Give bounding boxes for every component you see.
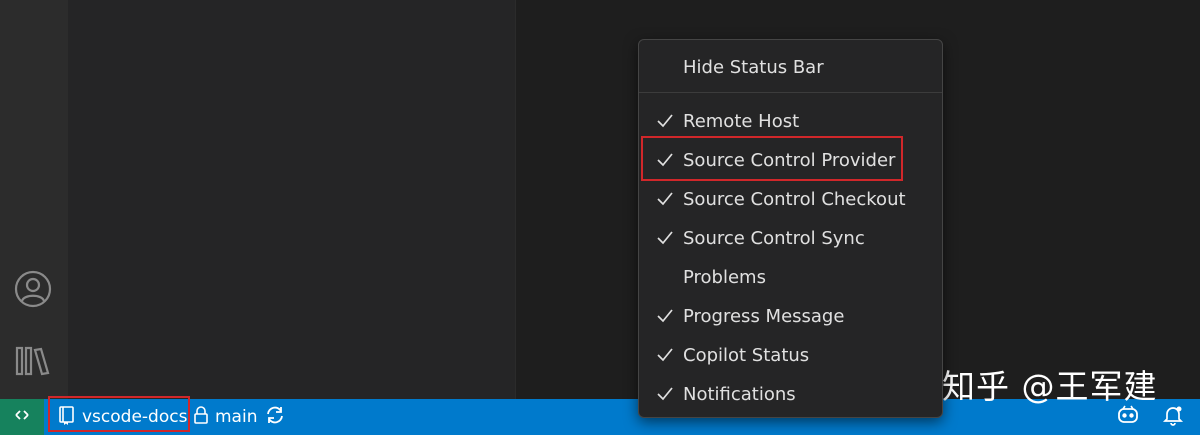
- status-bar-context-menu: Hide Status Bar Remote Host Source Contr…: [638, 39, 943, 418]
- activity-bar: [0, 0, 68, 399]
- remote-indicator[interactable]: [0, 399, 44, 435]
- menu-item-source-control-sync[interactable]: Source Control Sync: [639, 221, 942, 255]
- menu-item-notifications[interactable]: Notifications: [639, 377, 942, 411]
- menu-separator: [639, 92, 942, 93]
- menu-item-label: Progress Message: [683, 305, 845, 327]
- menu-item-label: Notifications: [683, 383, 796, 405]
- menu-item-label: Problems: [683, 266, 766, 288]
- check-icon: [655, 189, 675, 209]
- check-icon: [655, 228, 675, 248]
- menu-item-label: Hide Status Bar: [683, 56, 824, 78]
- repo-label: vscode-docs: [82, 407, 188, 427]
- bell-icon: [1162, 404, 1184, 431]
- menu-item-source-control-provider[interactable]: Source Control Provider: [639, 143, 942, 177]
- menu-item-remote-host[interactable]: Remote Host: [639, 104, 942, 138]
- menu-item-progress-message[interactable]: Progress Message: [639, 299, 942, 333]
- library-icon[interactable]: [12, 340, 54, 382]
- menu-item-label: Source Control Provider: [683, 149, 896, 171]
- menu-item-problems[interactable]: Problems: [639, 260, 942, 294]
- side-bar: [68, 0, 516, 399]
- menu-item-source-control-checkout[interactable]: Source Control Checkout: [639, 182, 942, 216]
- menu-item-label: Remote Host: [683, 110, 800, 132]
- menu-item-label: Source Control Checkout: [683, 188, 906, 210]
- lock-icon: [193, 405, 209, 430]
- branch-label: main: [215, 407, 258, 427]
- menu-item-label: Copilot Status: [683, 344, 810, 366]
- repo-icon: [58, 405, 76, 430]
- menu-item-label: Source Control Sync: [683, 227, 865, 249]
- accounts-icon[interactable]: [12, 268, 54, 310]
- menu-item-copilot-status[interactable]: Copilot Status: [639, 338, 942, 372]
- menu-item-hide-status-bar[interactable]: Hide Status Bar: [639, 50, 942, 84]
- watermark: 知乎 @王军建: [942, 367, 1158, 406]
- repo-status-item[interactable]: vscode-docs: [58, 399, 187, 435]
- remote-icon: [13, 406, 31, 429]
- check-icon: [655, 345, 675, 365]
- branch-status-item[interactable]: main: [193, 399, 257, 435]
- notifications-button[interactable]: [1162, 399, 1184, 435]
- sync-icon: [264, 405, 286, 430]
- sync-button[interactable]: [264, 399, 286, 435]
- check-icon: [655, 111, 675, 131]
- check-icon: [655, 306, 675, 326]
- check-icon: [655, 150, 675, 170]
- check-icon: [655, 384, 675, 404]
